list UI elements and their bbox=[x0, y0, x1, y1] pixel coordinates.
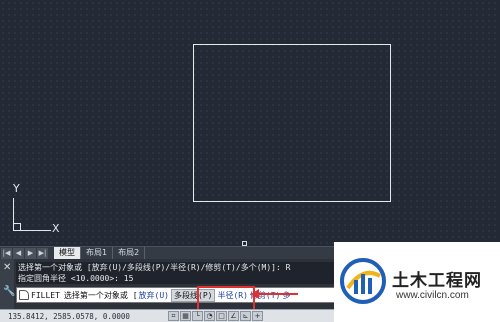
grid-toggle[interactable]: ▦ bbox=[180, 311, 191, 321]
prev-tab-button[interactable]: ◀ bbox=[13, 247, 24, 259]
ortho-toggle[interactable]: └ bbox=[192, 311, 203, 321]
option-undo[interactable]: 放弃(U) bbox=[139, 290, 169, 301]
tab-layout1[interactable]: 布局1 bbox=[81, 247, 114, 259]
highlight-arrow bbox=[251, 289, 298, 299]
first-tab-button[interactable]: |◀ bbox=[1, 247, 12, 259]
command-window-sidebar: ✕ 🔧 bbox=[0, 259, 15, 309]
ucs-x-label: X bbox=[52, 222, 60, 235]
wrench-icon[interactable]: 🔧 bbox=[3, 286, 15, 297]
command-input[interactable]: FILLET 选择第一个对象或 [ 放弃(U) 多段线(P) 半径(R) 修剪(… bbox=[16, 287, 340, 303]
ucs-toggle[interactable]: ⊾ bbox=[240, 311, 251, 321]
command-prompt: 选择第一个对象或 [ bbox=[63, 290, 138, 300]
ucs-y-label: Y bbox=[13, 182, 20, 195]
close-icon[interactable]: ✕ bbox=[3, 262, 11, 273]
history-line: 选择第一个对象或 [放弃(U)/多段线(P)/半径(R)/修剪(T)/多个(M)… bbox=[18, 263, 291, 272]
dyn-toggle[interactable]: + bbox=[252, 311, 263, 321]
option-multiple[interactable]: 多 bbox=[282, 290, 290, 301]
watermark: 土木工程网 www.civilcn.com bbox=[334, 242, 500, 322]
history-line: 指定圆角半径 <10.0000>: 15 bbox=[18, 274, 134, 283]
snap-toggle[interactable]: ⌗ bbox=[168, 311, 179, 321]
otrack-toggle[interactable]: ∠ bbox=[228, 311, 239, 321]
osnap-toggle[interactable]: □ bbox=[216, 311, 227, 321]
watermark-url: www.civilcn.com bbox=[396, 290, 469, 301]
command-history: 选择第一个对象或 [放弃(U)/多段线(P)/半径(R)/修剪(T)/多个(M)… bbox=[16, 262, 340, 284]
drawn-rectangle[interactable] bbox=[193, 44, 391, 202]
command-icon bbox=[19, 290, 29, 300]
drawing-canvas[interactable]: Y X bbox=[0, 0, 500, 246]
polar-toggle[interactable]: ◔ bbox=[204, 311, 215, 321]
tab-layout2[interactable]: 布局2 bbox=[113, 247, 146, 259]
command-name: FILLET bbox=[31, 290, 60, 300]
cursor-coordinates: 135.8412, 2585.0578, 0.0000 bbox=[8, 311, 130, 321]
civilcn-logo-icon bbox=[340, 258, 386, 304]
last-tab-button[interactable]: ▶| bbox=[37, 247, 48, 259]
watermark-title: 土木工程网 bbox=[392, 271, 482, 291]
ucs-icon: Y X bbox=[8, 182, 68, 240]
next-tab-button[interactable]: ▶ bbox=[25, 247, 36, 259]
tab-model[interactable]: 模型 bbox=[54, 247, 81, 259]
